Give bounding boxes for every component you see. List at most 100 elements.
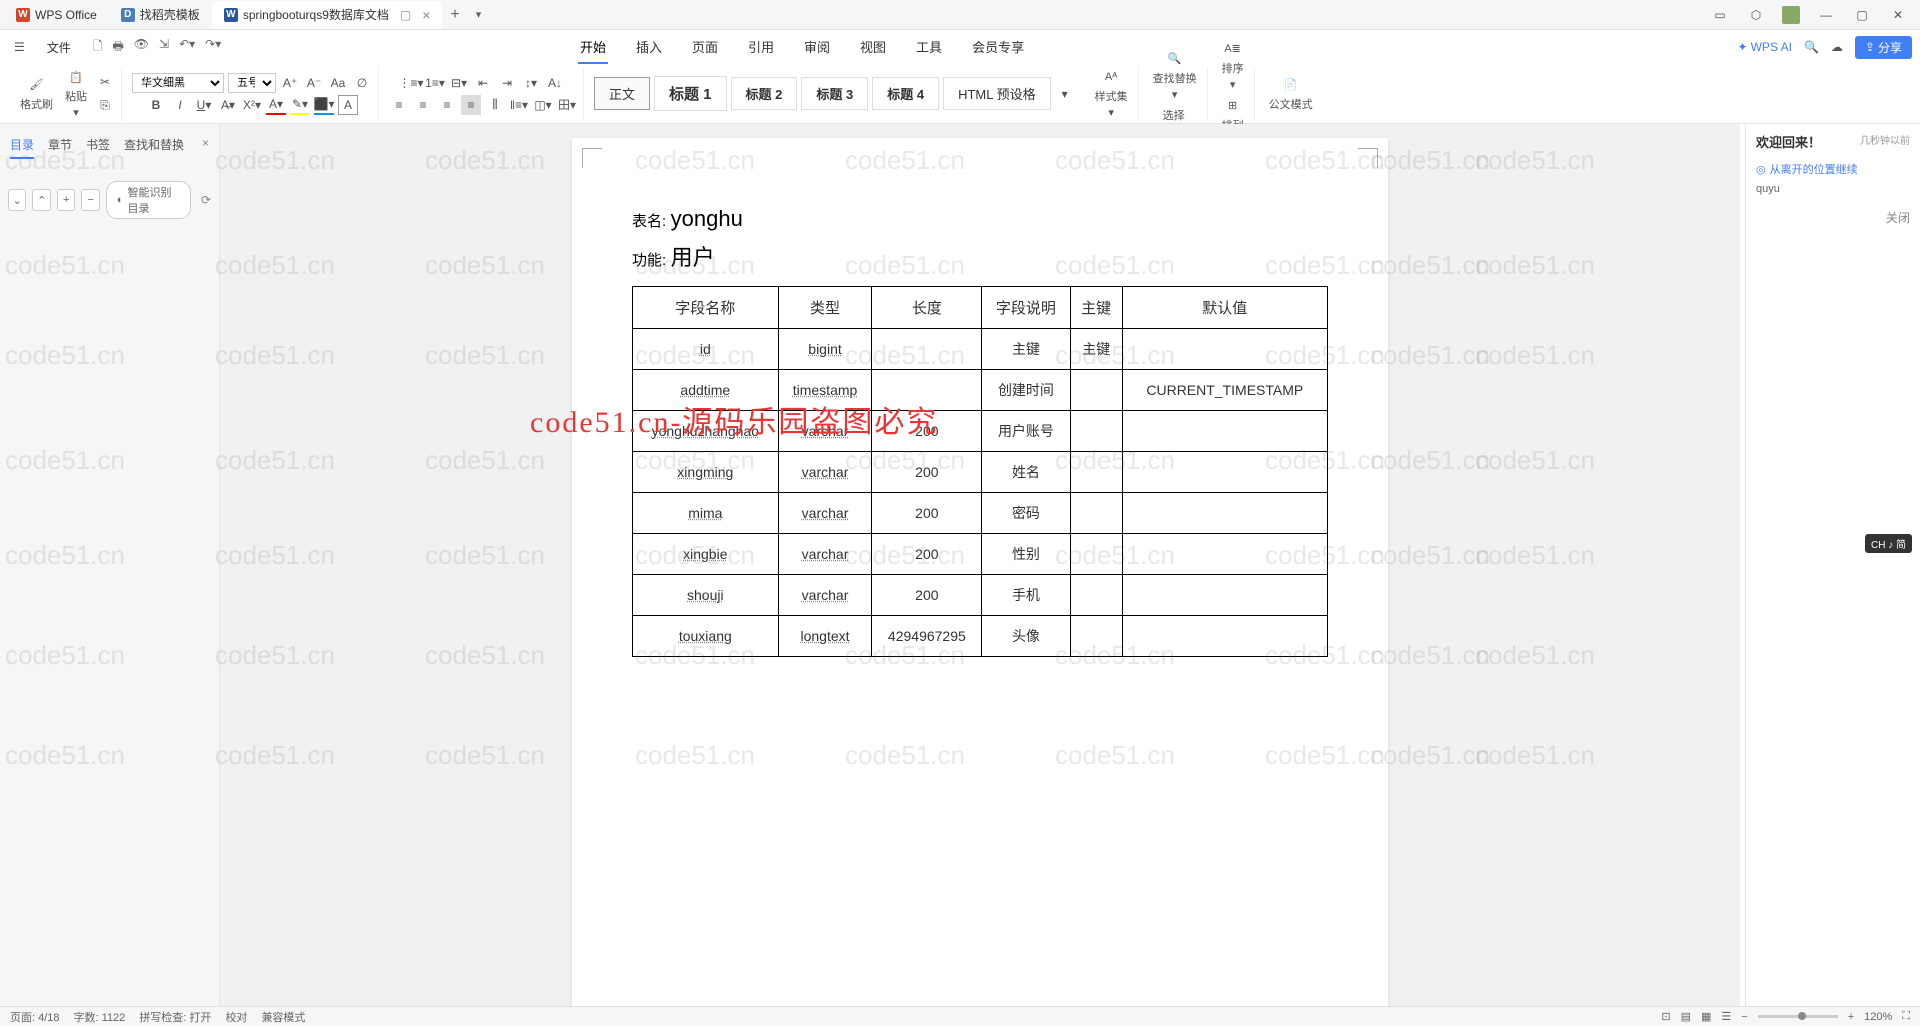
italic-button[interactable]: I — [170, 95, 190, 115]
sort-tool-button[interactable]: A≣排序▾ — [1218, 38, 1248, 93]
tab-menu-button[interactable]: ▾ — [468, 8, 490, 21]
redo-button[interactable]: ↷▾ — [205, 37, 221, 58]
style-html[interactable]: HTML 预设格 — [943, 77, 1051, 110]
window-compact-icon[interactable]: ▭ — [1710, 5, 1730, 25]
print-icon[interactable]: 🖶 — [112, 37, 123, 58]
shading-button[interactable]: ⬛▾ — [314, 95, 334, 115]
official-mode-button[interactable]: 📄公文模式 — [1265, 74, 1317, 114]
tab-document[interactable]: Wspringbooturqs9数据库文档▢× — [212, 1, 443, 29]
user-avatar-icon[interactable] — [1782, 6, 1800, 24]
strikethrough-button[interactable]: A̶▾ — [218, 95, 238, 115]
new-tab-button[interactable]: + — [442, 6, 467, 24]
welcome-close-button[interactable]: 关闭 — [1756, 209, 1910, 226]
find-replace-button[interactable]: 🔍查找替换▾ — [1149, 48, 1201, 103]
text-direction-button[interactable]: ↕▾ — [521, 73, 541, 93]
undo-button[interactable]: ↶▾ — [179, 37, 195, 58]
font-family-select[interactable]: 华文细黑 — [132, 73, 224, 93]
export-icon[interactable]: ⇲ — [159, 37, 169, 58]
cloud-icon[interactable]: ☁ — [1831, 40, 1843, 54]
format-painter-button[interactable]: 🖌格式刷 — [16, 74, 57, 114]
nav-refresh-icon[interactable]: ⟳ — [201, 193, 211, 207]
status-page[interactable]: 页面: 4/18 — [10, 1009, 60, 1025]
smart-toc-button[interactable]: ◐ 智能识别目录 — [106, 181, 191, 219]
wps-ai-button[interactable]: ✦ WPS AI — [1738, 40, 1792, 54]
nav-tab-toc[interactable]: 目录 — [10, 136, 34, 159]
align-left-button[interactable]: ≡ — [389, 95, 409, 115]
decrease-indent-button[interactable]: ⇤ — [473, 73, 493, 93]
phonetic-button[interactable]: A — [338, 95, 358, 115]
style-h2[interactable]: 标题 2 — [731, 77, 798, 110]
nav-tab-findreplace[interactable]: 查找和替换 — [124, 136, 184, 159]
nav-tab-chapter[interactable]: 章节 — [48, 136, 72, 159]
tab-template[interactable]: D找稻壳模板 — [109, 1, 212, 29]
align-right-button[interactable]: ≡ — [437, 95, 457, 115]
window-box-icon[interactable]: ⬡ — [1746, 5, 1766, 25]
zoom-value[interactable]: 120% — [1864, 1011, 1892, 1023]
nav-up-button[interactable]: ⌃ — [32, 189, 50, 211]
status-proof[interactable]: 校对 — [225, 1009, 247, 1025]
bold-button[interactable]: B — [146, 95, 166, 115]
fit-icon[interactable]: ⛶ — [1902, 1010, 1910, 1023]
style-h1[interactable]: 标题 1 — [654, 76, 727, 111]
font-color-button[interactable]: A▾ — [266, 95, 286, 115]
underline-button[interactable]: U▾ — [194, 95, 214, 115]
tab-wps-home[interactable]: WWPS Office — [4, 1, 109, 29]
style-h4[interactable]: 标题 4 — [872, 77, 939, 110]
print-preview-icon[interactable]: 👁 — [134, 37, 149, 58]
close-tab-icon[interactable]: × — [422, 7, 430, 23]
align-center-button[interactable]: ≡ — [413, 95, 433, 115]
highlight-button[interactable]: ✎▾ — [290, 95, 310, 115]
zoom-in-button[interactable]: + — [1848, 1011, 1854, 1023]
nav-minus-button[interactable]: − — [81, 189, 99, 211]
view-print-icon[interactable]: ▤ — [1681, 1010, 1691, 1023]
close-window-button[interactable]: ✕ — [1888, 5, 1908, 25]
status-words[interactable]: 字数: 1122 — [74, 1009, 126, 1025]
tab-start[interactable]: 开始 — [578, 31, 608, 64]
tab-review[interactable]: 审阅 — [802, 31, 832, 64]
borders-button[interactable]: 田▾ — [557, 95, 577, 115]
copy-icon[interactable]: ⎘ — [95, 96, 115, 116]
tab-reference[interactable]: 引用 — [746, 31, 776, 64]
nav-close-button[interactable]: × — [202, 136, 209, 159]
distribute-button[interactable]: ⫼ — [485, 95, 505, 115]
share-button[interactable]: ⇪ 分享 — [1855, 36, 1912, 59]
view-outline-icon[interactable]: ☰ — [1721, 1010, 1731, 1023]
fill-color-button[interactable]: ◫▾ — [533, 95, 553, 115]
style-body[interactable]: 正文 — [594, 77, 650, 110]
justify-button[interactable]: ≡ — [461, 95, 481, 115]
increase-indent-button[interactable]: ⇥ — [497, 73, 517, 93]
tab-tools[interactable]: 工具 — [914, 31, 944, 64]
tab-restore-icon[interactable]: ▢ — [400, 8, 411, 22]
minimize-button[interactable]: ― — [1816, 5, 1836, 25]
tab-member[interactable]: 会员专享 — [970, 31, 1026, 64]
change-case-icon[interactable]: Aa — [328, 73, 348, 93]
zoom-slider[interactable] — [1758, 1015, 1838, 1018]
bullets-button[interactable]: ⋮≡▾ — [401, 73, 421, 93]
superscript-button[interactable]: X²▾ — [242, 95, 262, 115]
style-set-button[interactable]: Aᴬ样式集▾ — [1091, 66, 1132, 121]
clear-format-icon[interactable]: ∅ — [352, 73, 372, 93]
view-read-icon[interactable]: ⊡ — [1661, 1010, 1670, 1023]
cut-icon[interactable]: ✂ — [95, 72, 115, 92]
resume-link[interactable]: ◎从离开的位置继续 — [1756, 161, 1910, 177]
tab-insert[interactable]: 插入 — [634, 31, 664, 64]
nav-plus-button[interactable]: + — [57, 189, 75, 211]
nav-tab-bookmark[interactable]: 书签 — [86, 136, 110, 159]
zoom-out-button[interactable]: − — [1741, 1011, 1747, 1023]
nav-down-button[interactable]: ⌄ — [8, 189, 26, 211]
font-size-select[interactable]: 五号 — [228, 73, 276, 93]
paste-button[interactable]: 📋粘贴▾ — [61, 66, 91, 121]
sort-button[interactable]: A↓ — [545, 73, 565, 93]
line-spacing-button[interactable]: ‖≡▾ — [509, 95, 529, 115]
maximize-button[interactable]: ▢ — [1852, 5, 1872, 25]
decrease-font-icon[interactable]: A⁻ — [304, 73, 324, 93]
file-menu[interactable]: 文件 — [39, 37, 79, 58]
menu-hamburger-icon[interactable]: ☰ — [8, 36, 31, 58]
tab-view[interactable]: 视图 — [858, 31, 888, 64]
search-icon[interactable]: 🔍 — [1804, 40, 1819, 54]
status-spell[interactable]: 拼写检查: 打开 — [139, 1009, 211, 1025]
style-h3[interactable]: 标题 3 — [801, 77, 868, 110]
style-more-button[interactable]: ▾ — [1055, 84, 1075, 104]
multilevel-button[interactable]: ⊟▾ — [449, 73, 469, 93]
increase-font-icon[interactable]: A⁺ — [280, 73, 300, 93]
